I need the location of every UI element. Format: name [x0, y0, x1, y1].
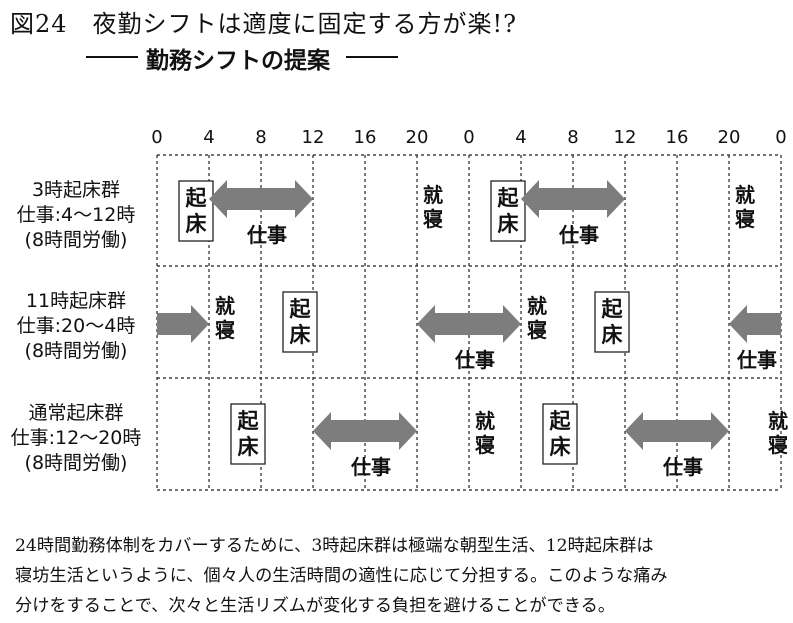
- work-label: 仕事: [454, 348, 495, 372]
- wake-label: 床: [498, 212, 519, 236]
- row-label-line: 3時起床群: [32, 179, 120, 201]
- row-label-line: (8時間労働): [25, 229, 128, 251]
- sleep-label: 寝: [423, 207, 443, 231]
- hour-tick-label: 16: [354, 127, 377, 148]
- work-arrow: [157, 305, 209, 343]
- work-label: 仕事: [558, 223, 599, 247]
- sleep-label: 就: [475, 409, 495, 433]
- sleep-label: 寝: [735, 207, 755, 231]
- sleep-label: 就: [215, 294, 235, 318]
- sleep-label: 就: [768, 409, 788, 433]
- row-label-line: (8時間労働): [25, 340, 128, 362]
- wake-label: 床: [238, 435, 259, 459]
- row-label-line: 11時起床群: [26, 290, 126, 312]
- hour-tick-label: 4: [203, 127, 214, 148]
- figure-caption: 24時間勤務体制をカバーするために、3時起床群は極端な朝型生活、12時起床群は …: [15, 531, 785, 621]
- sleep-label: 寝: [215, 318, 235, 342]
- row-label-line: (8時間労働): [25, 452, 128, 474]
- hour-tick-label: 12: [302, 127, 325, 148]
- row-label-line: 通常起床群: [28, 402, 123, 424]
- hour-tick-label: 20: [718, 127, 741, 148]
- caption-line-3: 分けをすることで、次々と生活リズムが変化する負担を避けることができる。: [15, 596, 616, 616]
- hour-tick-label: 0: [775, 127, 786, 148]
- sleep-label: 寝: [527, 318, 547, 342]
- wake-label: 起: [289, 297, 312, 321]
- caption-line-2: 寝坊生活というように、個々人の生活時間の適性に応じて分担する。このような痛み: [15, 566, 668, 586]
- wake-label: 床: [186, 212, 207, 236]
- subtitle-rule-right: [346, 56, 398, 58]
- figure-title: 図24 夜勤シフトは適度に固定する方が楽!?: [10, 10, 518, 38]
- work-arrow: [729, 305, 781, 343]
- wake-label: 起: [237, 409, 260, 433]
- subtitle-rule-left: [86, 56, 138, 58]
- row-label-line: 仕事:12〜20時: [11, 427, 142, 449]
- row-label-line: 仕事:20〜4時: [17, 315, 136, 337]
- hour-tick-label: 4: [515, 127, 526, 148]
- wake-label: 床: [550, 435, 571, 459]
- wake-label: 起: [497, 186, 520, 210]
- wake-label: 起: [601, 297, 624, 321]
- hour-tick-label: 20: [406, 127, 429, 148]
- hour-tick-label: 0: [463, 127, 474, 148]
- wake-label: 起: [185, 186, 208, 210]
- caption-line-1: 24時間勤務体制をカバーするために、3時起床群は極端な朝型生活、12時起床群は: [15, 536, 654, 556]
- hour-tick-label: 8: [255, 127, 266, 148]
- hour-tick-label: 12: [614, 127, 637, 148]
- figure-subtitle: 勤務シフトの提案: [146, 48, 330, 74]
- work-label: 仕事: [246, 223, 287, 247]
- hour-tick-label: 0: [151, 127, 162, 148]
- sleep-label: 寝: [768, 433, 788, 457]
- work-label: 仕事: [662, 455, 703, 479]
- sleep-label: 就: [527, 294, 547, 318]
- wake-label: 起: [549, 409, 572, 433]
- wake-label: 床: [602, 323, 623, 347]
- hour-tick-label: 16: [666, 127, 689, 148]
- wake-label: 床: [290, 323, 311, 347]
- shift-diagram: 0 4 8 12 16 20 0 4 8 12 16 20 0 3時起床群仕事:4〜12時 (8時間労働) 起…: [11, 127, 788, 491]
- work-label: 仕事: [736, 348, 777, 372]
- row-label-line: 仕事:4〜12時: [17, 204, 136, 226]
- sleep-label: 寝: [475, 433, 495, 457]
- sleep-label: 就: [423, 183, 443, 207]
- sleep-label: 就: [735, 183, 755, 207]
- hour-tick-label: 8: [567, 127, 578, 148]
- work-label: 仕事: [350, 455, 391, 479]
